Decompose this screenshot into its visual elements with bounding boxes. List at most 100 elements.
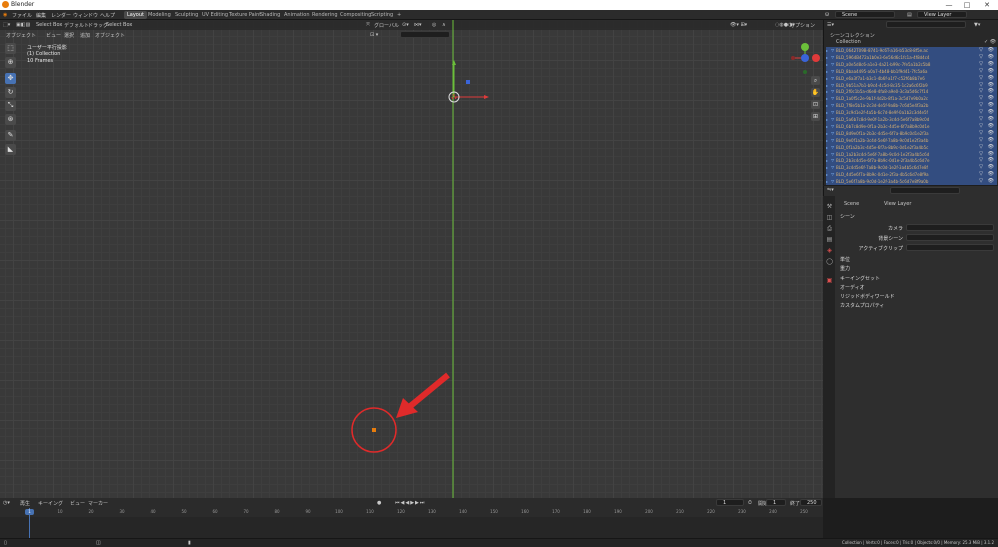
frame-tick-label: 120 xyxy=(397,509,405,514)
properties-search-field[interactable] xyxy=(890,187,960,194)
menu-playback[interactable]: 再生 xyxy=(20,500,30,507)
tab-modeling[interactable]: Modeling xyxy=(145,11,174,19)
modifier-icon: ▽ xyxy=(979,178,983,185)
frame-tick-label: 240 xyxy=(769,509,777,514)
object-name: BLD_5964B472a1b0e3-6e56d6c1fc1a-4f8d4c4 xyxy=(836,54,930,60)
scene-tab-icon[interactable]: ◈ xyxy=(826,247,833,254)
output-tab-icon[interactable]: ⎙ xyxy=(826,225,833,232)
menu-timeline-view[interactable]: ビュー xyxy=(70,500,85,507)
filter-icon[interactable]: ▼▾ xyxy=(974,22,980,28)
zoom-icon[interactable]: ⌕ xyxy=(811,76,820,85)
outliner-editor-icon[interactable]: ☰▾ xyxy=(827,22,834,28)
record-button[interactable]: ● xyxy=(377,500,381,506)
collection-item-label[interactable]: Collection xyxy=(836,39,861,45)
tab-animation[interactable]: Animation xyxy=(281,11,313,19)
add-workspace-button[interactable]: + xyxy=(394,11,404,19)
timeline-editor-icon[interactable]: ◷▾ xyxy=(3,500,10,506)
tab-scene[interactable]: Scene xyxy=(844,201,859,207)
outliner-search-field[interactable] xyxy=(886,21,966,28)
minimize-button[interactable]: — xyxy=(940,0,958,10)
frame-tick-label: 90 xyxy=(305,509,311,514)
object-name: BLD_6b7c8d9e-0f1a-2b3c-4d5e-6f7a8b9c0d1e xyxy=(836,123,930,129)
outliner-object-row[interactable]: ▸ ⛛ BLD_5e6f7a8b-9c0d-1e2f-3a4b-5c6d7e8f9a… xyxy=(826,178,997,186)
tab-scripting[interactable]: Scripting xyxy=(368,11,396,19)
panel-units[interactable]: 単位 xyxy=(840,256,850,263)
playback-controls[interactable]: ⏮◀◀▶▶⏭ xyxy=(395,500,425,506)
frame-tick-label: 180 xyxy=(583,509,591,514)
frame-tick-label: 70 xyxy=(243,509,249,514)
menu-window[interactable]: ウィンドウ xyxy=(73,12,98,19)
menu-file[interactable]: ファイル xyxy=(12,12,32,19)
tab-layout[interactable]: Layout xyxy=(124,11,147,19)
frame-tick-label: 60 xyxy=(212,509,218,514)
tab-shading[interactable]: Shading xyxy=(257,11,283,19)
active-clip-field[interactable] xyxy=(906,244,994,251)
tab-view-layer[interactable]: View Layer xyxy=(884,201,911,207)
menu-marker[interactable]: マーカー xyxy=(88,500,108,507)
panel-gravity[interactable]: 重力 xyxy=(840,265,850,272)
tool-tab-icon[interactable]: ⚒ xyxy=(826,203,833,210)
frame-tick-label: 220 xyxy=(707,509,715,514)
tab-rendering[interactable]: Rendering xyxy=(309,11,341,19)
start-frame-field[interactable]: 1 xyxy=(766,499,786,506)
playhead-frame-badge: 1 xyxy=(25,509,34,515)
view-layer-tab-icon[interactable]: ▤ xyxy=(826,236,833,243)
scene-section-header[interactable]: シーン xyxy=(840,213,855,220)
end-frame-field[interactable]: 250 xyxy=(800,499,822,506)
scene-collection-label: シーンコレクション xyxy=(830,33,875,39)
properties-editor-icon[interactable]: ⇋▾ xyxy=(827,187,834,193)
frame-tick-label: 170 xyxy=(552,509,560,514)
current-frame-field[interactable]: 1 xyxy=(716,499,744,506)
preview-range-icon[interactable]: ⏱ xyxy=(748,500,752,506)
properties-panel[interactable]: ⇋▾ Scene View Layer シーン カメラ 背景シーン アクティブク… xyxy=(823,186,998,498)
panel-custom-properties[interactable]: カスタムプロパティ xyxy=(840,302,884,309)
menu-render[interactable]: レンダー xyxy=(51,12,71,19)
outliner-panel[interactable]: ☰▾ ▼▾ シーンコレクション Collection ✓ 👁 ▸ ⛛ BLD_064… xyxy=(823,20,998,186)
perspective-toggle-icon[interactable]: ⊞ xyxy=(811,112,820,121)
object-transform-gizmo[interactable] xyxy=(448,60,489,103)
frame-tick-label: 50 xyxy=(181,509,187,514)
pan-hand-icon[interactable]: ✋ xyxy=(811,88,820,97)
collection-visibility-icon[interactable]: ✓ 👁 xyxy=(984,39,996,45)
timeline-ruler[interactable]: 0102030405060708090100110120130140150160… xyxy=(0,508,823,517)
close-button[interactable]: ✕ xyxy=(978,0,996,10)
maximize-button[interactable]: □ xyxy=(958,0,976,10)
object-name: BLD_0f1a2b3c-4d5e-6f7a-8b9c-0d1e2f3a4b5c xyxy=(836,144,929,150)
camera-view-icon[interactable]: ⊡ xyxy=(811,100,820,109)
status-bar: ▯ ◫ ▮ Collection | Verts:0 | Faces:0 | T… xyxy=(0,538,998,547)
object-name: BLD_3c4d5e6f-7a8b-9c0d-1e2f-3a4b5c6d7e8f xyxy=(836,165,928,171)
frame-tick-label: 80 xyxy=(274,509,280,514)
frame-tick-label: 250 xyxy=(800,509,808,514)
visibility-icon[interactable]: 👁 xyxy=(988,178,994,185)
background-scene-field[interactable] xyxy=(906,234,994,241)
camera-field[interactable] xyxy=(906,224,994,231)
window-title: Blender xyxy=(11,1,35,8)
object-name: BLD_4d5e6f7a-8b9c-0d1e-2f3a-4b5c6d7e8f9a xyxy=(836,172,929,178)
blender-menu-icon[interactable]: ◉ xyxy=(3,12,7,18)
frame-tick-label: 30 xyxy=(119,509,125,514)
collection-tab-icon[interactable]: ▣ xyxy=(826,277,833,284)
object-name: BLD_9e0f1a2b-3c4d-5e6f-7a8b-9c0d1e2f3a4b xyxy=(836,137,929,143)
frame-tick-label: 130 xyxy=(428,509,436,514)
panel-rigid-body-world[interactable]: リジッドボディワールド xyxy=(840,293,895,300)
menu-keying[interactable]: キーイング xyxy=(38,500,63,507)
world-tab-icon[interactable]: ◯ xyxy=(826,258,833,265)
mouse-left-icon: ▯ xyxy=(4,540,7,546)
frame-tick-label: 40 xyxy=(150,509,156,514)
panel-keying-sets[interactable]: キーイングセット xyxy=(840,275,880,282)
view-layer-field[interactable]: View Layer xyxy=(917,11,967,18)
object-name: BLD_5a6b7c8d-9e0f-1a2b-3c4d-5e6f7a8b9c0d xyxy=(836,117,930,122)
object-name: BLD_2f0c1b5a-d6e8-4fa8-a9e0-3c3a5d6c7f14 xyxy=(836,89,929,95)
scene-selector-bar: ⛁ Scene ▤ View Layer xyxy=(823,10,998,20)
tab-sculpting[interactable]: Sculpting xyxy=(172,11,201,19)
frame-tick-label: 110 xyxy=(366,509,374,514)
menu-edit[interactable]: 編集 xyxy=(36,12,46,19)
menu-help[interactable]: ヘルプ xyxy=(100,12,115,19)
scene-field[interactable]: Scene xyxy=(835,11,895,18)
render-tab-icon[interactable]: ◫ xyxy=(826,214,833,221)
navigation-gizmo[interactable] xyxy=(791,43,820,74)
frame-tick-label: 190 xyxy=(614,509,622,514)
panel-audio[interactable]: オーディオ xyxy=(840,284,865,291)
mouse-right-icon: ▮ xyxy=(188,540,191,546)
top-menu-bar: ◉ ファイル 編集 レンダー ウィンドウ ヘルプ Layout Modeling… xyxy=(0,10,823,20)
